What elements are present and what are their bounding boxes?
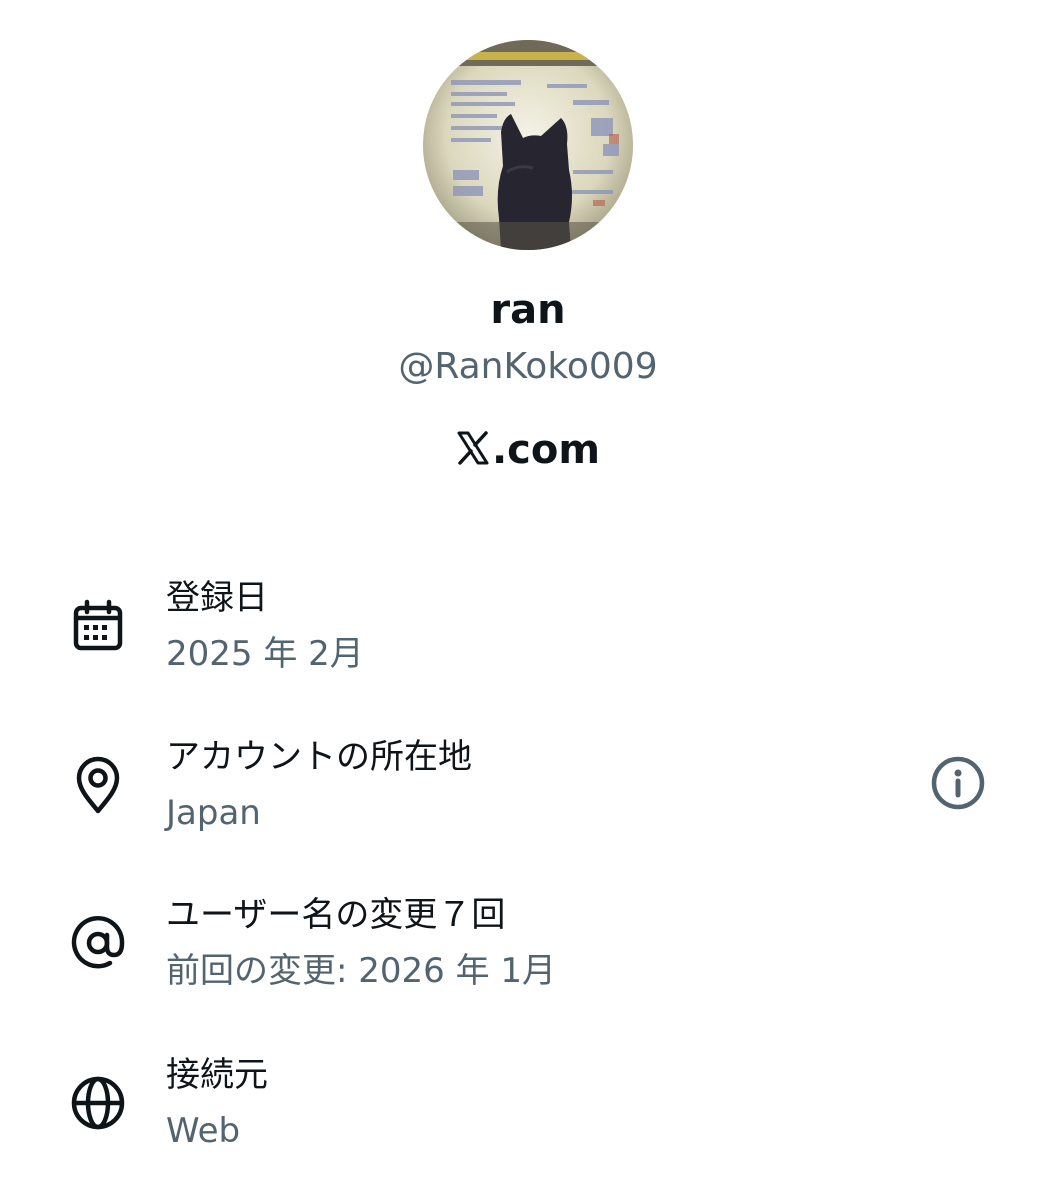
- joined-row: 登録日 2025 年 2月: [0, 574, 1056, 694]
- username-last-change: 前回の変更: 2026 年 1月: [166, 951, 557, 991]
- x-logo-icon: [456, 426, 490, 478]
- site-label: .com: [0, 424, 1056, 478]
- profile-header: ran @RanKoko009 .com: [0, 0, 1056, 520]
- at-sign-icon: [66, 911, 130, 975]
- username-changes-row: ユーザー名の変更７回 前回の変更: 2026 年 1月: [0, 891, 1056, 1011]
- account-location-value: Japan: [166, 793, 261, 833]
- username-handle: @RanKoko009: [398, 346, 658, 387]
- info-icon[interactable]: [926, 751, 990, 815]
- joined-date: 2025 年 2月: [166, 634, 364, 674]
- location-pin-icon: [66, 753, 130, 817]
- site-domain-text: .com: [491, 427, 601, 473]
- connected-via-value: Web: [166, 1111, 241, 1151]
- username-changes-title: ユーザー名の変更７回: [166, 895, 506, 935]
- cat-avatar-image: [423, 40, 633, 250]
- account-location-row: アカウントの所在地 Japan: [0, 733, 1056, 853]
- connected-via-title: 接続元: [166, 1055, 268, 1095]
- globe-icon: [66, 1071, 130, 1135]
- display-name: ran: [490, 287, 566, 333]
- connected-via-row: 接続元 Web: [0, 1051, 1056, 1171]
- joined-title: 登録日: [166, 578, 268, 618]
- account-location-title: アカウントの所在地: [166, 737, 472, 777]
- avatar[interactable]: [423, 40, 633, 250]
- calendar-icon: [66, 594, 130, 658]
